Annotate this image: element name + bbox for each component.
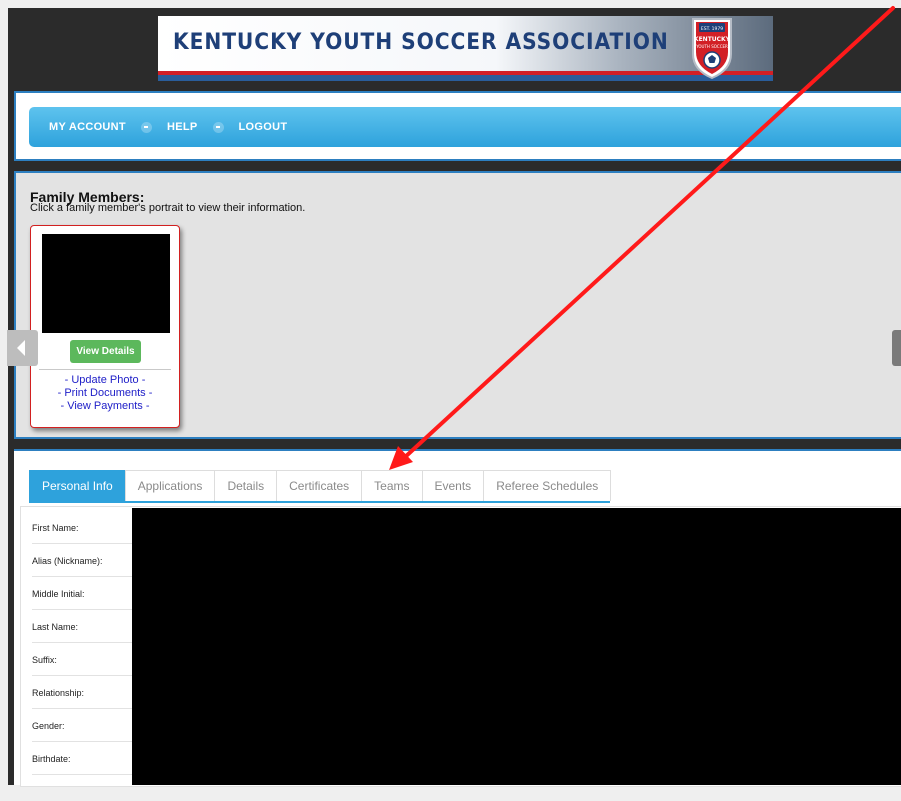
family-member-card: View Details - Update Photo - - Print Do… xyxy=(30,225,180,428)
family-members-instructions: Click a family member's portrait to view… xyxy=(30,202,306,214)
nav-my-account[interactable]: MY ACCOUNT xyxy=(49,121,126,133)
tab-personal-info[interactable]: Personal Info xyxy=(29,470,126,501)
tab-referee-schedules[interactable]: Referee Schedules xyxy=(483,470,612,501)
banner-stripe xyxy=(158,71,773,75)
field-label-first-name: First Name: xyxy=(32,512,132,544)
family-members-panel: Family Members: Click a family member's … xyxy=(14,171,901,439)
nav-separator-icon xyxy=(140,121,152,133)
crest-sub-text: YOUTH SOCCER xyxy=(695,44,728,49)
crest-main-text: KENTUCKY xyxy=(694,36,731,43)
details-tabs: Personal Info Applications Details Certi… xyxy=(29,470,612,503)
tab-certificates[interactable]: Certificates xyxy=(276,470,363,501)
tab-teams[interactable]: Teams xyxy=(361,470,423,501)
tab-applications[interactable]: Applications xyxy=(124,470,216,501)
carousel-next-button[interactable] xyxy=(892,330,901,366)
field-label-birthdate: Birthdate: xyxy=(32,743,132,775)
field-label-suffix: Suffix: xyxy=(32,644,132,676)
carousel-prev-button[interactable] xyxy=(7,330,38,366)
nav-separator-icon xyxy=(212,121,224,133)
main-nav: MY ACCOUNT HELP LOGOUT xyxy=(29,107,901,147)
card-divider xyxy=(39,369,171,370)
print-documents-link[interactable]: - Print Documents - xyxy=(31,387,179,399)
field-label-relationship: Relationship: xyxy=(32,677,132,709)
field-label-alias: Alias (Nickname): xyxy=(32,545,132,577)
field-label-middle-initial: Middle Initial: xyxy=(32,578,132,610)
banner-title: KENTUCKY YOUTH SOCCER ASSOCIATION xyxy=(173,30,669,55)
tab-details[interactable]: Details xyxy=(214,470,278,501)
nav-panel: MY ACCOUNT HELP LOGOUT xyxy=(14,91,901,161)
view-details-button[interactable]: View Details xyxy=(70,340,141,363)
redacted-values-block xyxy=(132,508,901,785)
member-portrait[interactable] xyxy=(42,234,170,333)
page: KENTUCKY YOUTH SOCCER ASSOCIATION EST. 1… xyxy=(0,0,901,801)
tab-events[interactable]: Events xyxy=(421,470,485,501)
crest-logo-icon: EST. 1979 KENTUCKY YOUTH SOCCER xyxy=(692,18,732,80)
nav-logout[interactable]: LOGOUT xyxy=(239,121,288,133)
field-label-last-name: Last Name: xyxy=(32,611,132,643)
field-label-gender: Gender: xyxy=(32,710,132,742)
nav-help[interactable]: HELP xyxy=(167,121,198,133)
crest-top-text: EST. 1979 xyxy=(701,26,723,32)
view-payments-link[interactable]: - View Payments - xyxy=(31,400,179,412)
header-banner: KENTUCKY YOUTH SOCCER ASSOCIATION xyxy=(158,16,773,81)
update-photo-link[interactable]: - Update Photo - xyxy=(31,374,179,386)
